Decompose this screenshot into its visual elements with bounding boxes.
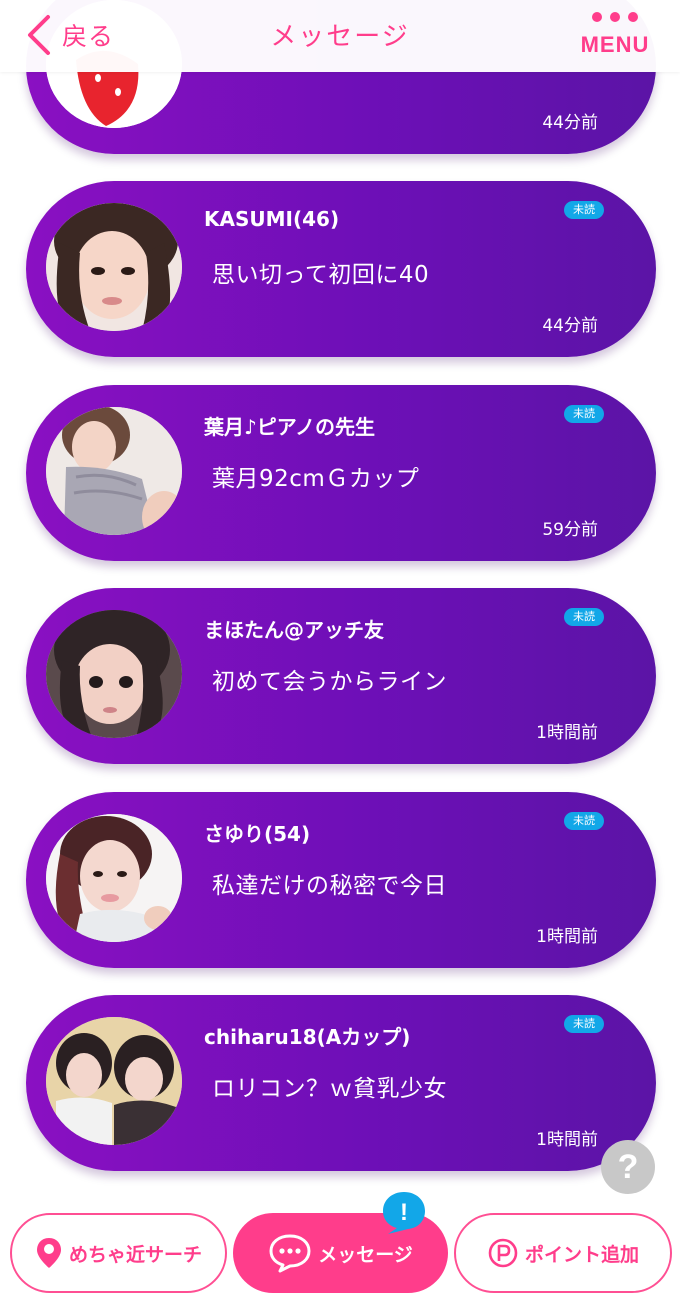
messages-label: メッセージ: [318, 1243, 413, 1266]
unread-badge: 未読: [564, 608, 604, 626]
message-time: 1時間前: [536, 723, 598, 743]
menu-button[interactable]: MENU: [578, 12, 652, 57]
avatar: [46, 610, 182, 738]
add-points-button[interactable]: ポイント追加: [454, 1213, 672, 1293]
unread-badge: 未読: [564, 201, 604, 219]
help-button[interactable]: ?: [601, 1140, 655, 1194]
nearby-search-button[interactable]: めちゃ近サーチ: [10, 1213, 227, 1293]
message-time: 44分前: [542, 113, 598, 133]
alert-mark: !: [400, 1199, 408, 1226]
message-preview: ロリコン？ｗ貧乳少女: [212, 1076, 447, 1102]
avatar: [46, 203, 182, 331]
bottom-nav: めちゃ近サーチ メッセージ ポイント追加: [0, 1198, 680, 1307]
message-preview: 思い切って初回に40: [212, 262, 430, 288]
avatar: [46, 1017, 182, 1145]
message-time: 1時間前: [536, 927, 598, 947]
message-preview: 初めて会うからライン: [212, 669, 447, 695]
exclamation-bubble-icon: !: [383, 1192, 425, 1234]
unread-badge: 未読: [564, 405, 604, 423]
message-card[interactable]: まほたん@アッチ友 未読 初めて会うからライン 1時間前: [26, 588, 656, 764]
top-header: 戻る メッセージ MENU: [0, 0, 680, 72]
sender-name: chiharu18(Aカップ): [204, 1025, 411, 1049]
map-pin-icon: [36, 1238, 61, 1268]
avatar: [46, 814, 182, 942]
nearby-search-label: めちゃ近サーチ: [68, 1243, 202, 1266]
message-card[interactable]: chiharu18(Aカップ) 未読 ロリコン？ｗ貧乳少女 1時間前: [26, 995, 656, 1171]
message-list-screen: 戻る メッセージ MENU 44分前 KASUMI(46) 未読 思い切って初回…: [0, 0, 680, 1307]
unread-badge: 未読: [564, 812, 604, 830]
add-points-label: ポイント追加: [524, 1243, 639, 1266]
sender-name: まほたん@アッチ友: [204, 618, 384, 642]
message-card[interactable]: さゆり(54) 未読 私達だけの秘密で今日 1時間前: [26, 792, 656, 968]
sender-name: さゆり(54): [204, 822, 311, 846]
sender-name: 葉月♪ピアノの先生: [204, 415, 375, 439]
message-preview: 私達だけの秘密で今日: [212, 873, 447, 899]
points-p-icon: [488, 1238, 518, 1268]
chat-bubble-icon: [269, 1234, 311, 1273]
message-time: 1時間前: [536, 1130, 598, 1150]
sender-name: KASUMI(46): [204, 207, 340, 231]
avatar: [46, 407, 182, 535]
alert-badge: !: [380, 1190, 428, 1236]
message-time: 59分前: [542, 520, 598, 540]
message-card[interactable]: 葉月♪ピアノの先生 未読 葉月92cmＧカップ 59分前: [26, 385, 656, 561]
unread-badge: 未読: [564, 1015, 604, 1033]
message-time: 44分前: [542, 316, 598, 336]
message-card[interactable]: KASUMI(46) 未読 思い切って初回に40 44分前: [26, 181, 656, 357]
more-dots-icon: [578, 12, 652, 24]
menu-label: MENU: [580, 32, 650, 57]
message-preview: 葉月92cmＧカップ: [212, 466, 420, 492]
